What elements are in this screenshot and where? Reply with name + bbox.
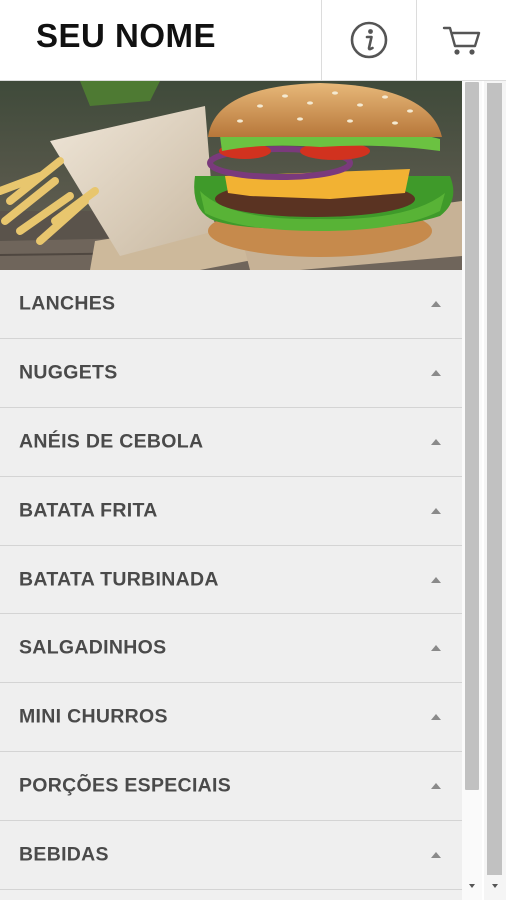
category-list: LANCHES NUGGETS ANÉIS DE CEBOLA BATATA F… <box>0 270 462 891</box>
outer-scrollbar-thumb[interactable] <box>487 83 502 875</box>
category-item-salgadinhos[interactable]: SALGADINHOS <box>0 614 462 684</box>
caret-up-icon <box>431 783 441 790</box>
caret-up-icon <box>431 714 441 721</box>
category-label: LANCHES <box>19 292 116 315</box>
shopping-cart-icon <box>442 26 480 55</box>
caret-up-icon <box>431 507 441 514</box>
category-item-lanches[interactable]: LANCHES <box>0 270 462 339</box>
category-item-batata-turbinada[interactable]: BATATA TURBINADA <box>0 545 462 615</box>
caret-up-icon <box>431 300 441 307</box>
inner-scrollbar[interactable] <box>462 81 482 900</box>
category-item-nuggets[interactable]: NUGGETS <box>0 338 462 408</box>
category-label: ANÉIS DE CEBOLA <box>19 430 204 453</box>
caret-up-icon <box>431 438 441 445</box>
caret-up-icon <box>431 645 441 652</box>
scroll-down-arrow-icon[interactable] <box>469 884 475 888</box>
info-button[interactable] <box>321 0 416 80</box>
info-circle-icon <box>350 21 388 59</box>
category-label: BEBIDAS <box>19 843 109 866</box>
category-label: BATATA FRITA <box>19 499 158 522</box>
caret-up-icon <box>431 852 441 859</box>
category-label: PORÇÕES ESPECIAIS <box>19 774 232 797</box>
category-item-aneis-de-cebola[interactable]: ANÉIS DE CEBOLA <box>0 407 462 477</box>
category-item-batata-frita[interactable]: BATATA FRITA <box>0 476 462 546</box>
menu-content: LANCHES NUGGETS ANÉIS DE CEBOLA BATATA F… <box>0 81 462 900</box>
caret-up-icon <box>431 576 441 583</box>
scroll-down-arrow-icon[interactable] <box>492 884 498 888</box>
hero-burger-image <box>0 81 462 270</box>
cart-button[interactable] <box>416 0 506 80</box>
category-label: SALGADINHOS <box>19 636 167 659</box>
brand-title: SEU NOME <box>36 17 217 54</box>
category-label: MINI CHURROS <box>19 705 168 728</box>
outer-scrollbar[interactable] <box>484 81 506 900</box>
category-item-bebidas[interactable]: BEBIDAS <box>0 821 462 891</box>
app-root: SEU NOME LANCHES NUGGETS ANÉIS DE CEBOLA… <box>0 0 506 900</box>
category-label: BATATA TURBINADA <box>19 568 219 590</box>
category-item-mini-churros[interactable]: MINI CHURROS <box>0 683 462 753</box>
category-item-porcoes-especiais[interactable]: PORÇÕES ESPECIAIS <box>0 752 462 822</box>
inner-scrollbar-thumb[interactable] <box>465 82 479 790</box>
caret-up-icon <box>431 369 441 376</box>
app-header: SEU NOME <box>0 0 506 81</box>
category-label: NUGGETS <box>19 361 118 384</box>
